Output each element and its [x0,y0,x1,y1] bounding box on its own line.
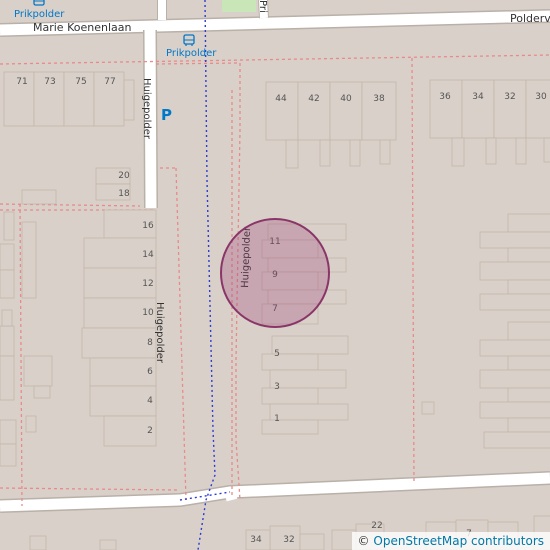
parking-icon[interactable]: P [161,106,172,124]
green-area [222,0,256,12]
street-label-huigepolder: Huigepolder [141,78,152,140]
house-number: 34 [472,92,484,102]
house-number: 34 [250,535,262,545]
house-number: 44 [275,94,287,104]
street-label-marie-koenenlaan: Marie Koenenlaan [33,21,131,34]
house-number: 38 [373,94,385,104]
house-number: 40 [340,94,352,104]
bus-stop-label: Prikpolder [14,9,65,20]
house-number: 22 [371,521,382,531]
house-number: 2 [147,426,153,436]
house-number: 10 [142,308,154,318]
house-number: 18 [118,189,130,199]
map-attribution: © OpenStreetMap contributors [351,532,550,550]
street-label-poldervaart: Polderv [510,12,550,25]
house-number: 42 [308,94,319,104]
street-label-huigepolder-lower: Huigepolder [154,302,165,364]
house-number: 12 [142,279,153,289]
house-number: 32 [504,92,515,102]
copyright-symbol: © [357,534,370,548]
house-number: 8 [147,338,153,348]
house-number: 30 [535,92,547,102]
house-number: 1 [274,414,280,424]
street-label-prikpolder: Pri [257,0,268,13]
attribution-link[interactable]: OpenStreetMap contributors [373,534,544,548]
house-number: 77 [104,77,115,87]
house-number: 32 [283,535,294,545]
location-marker[interactable] [220,218,330,328]
house-number: 36 [439,92,451,102]
bus-stop-label: Prikpolder [166,48,217,59]
map-canvas[interactable]: 71 73 75 77 44 42 40 38 36 34 32 30 20 1… [0,0,550,550]
house-number: 6 [147,367,153,377]
house-number: 75 [75,77,86,87]
house-number: 5 [274,349,280,359]
house-number: 4 [147,396,153,406]
house-number: 73 [44,77,55,87]
house-number: 14 [142,250,154,260]
house-number: 71 [16,77,27,87]
house-number: 16 [142,221,154,231]
house-number: 20 [118,171,130,181]
house-number: 3 [274,382,280,392]
